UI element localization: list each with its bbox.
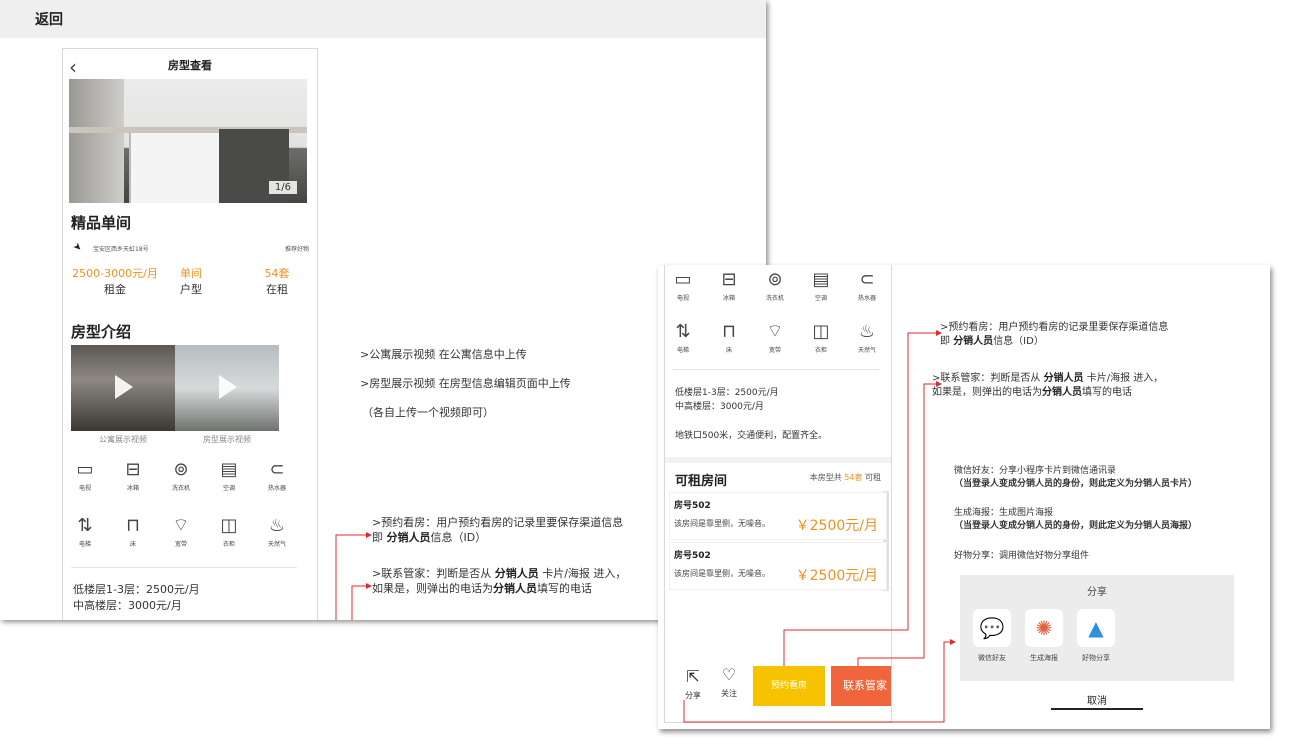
annotation-arrows [335, 330, 956, 723]
arrow-booking-p2 [783, 332, 938, 666]
arrow-head [950, 639, 956, 645]
arrow-head [366, 532, 372, 538]
arrow-head [366, 583, 372, 589]
arrow-head [936, 381, 942, 387]
arrow-share-p2 [683, 641, 952, 723]
arrow-head [936, 330, 942, 336]
arrow-contact-p2 [857, 383, 938, 666]
arrow-contact-p1 [351, 585, 368, 620]
